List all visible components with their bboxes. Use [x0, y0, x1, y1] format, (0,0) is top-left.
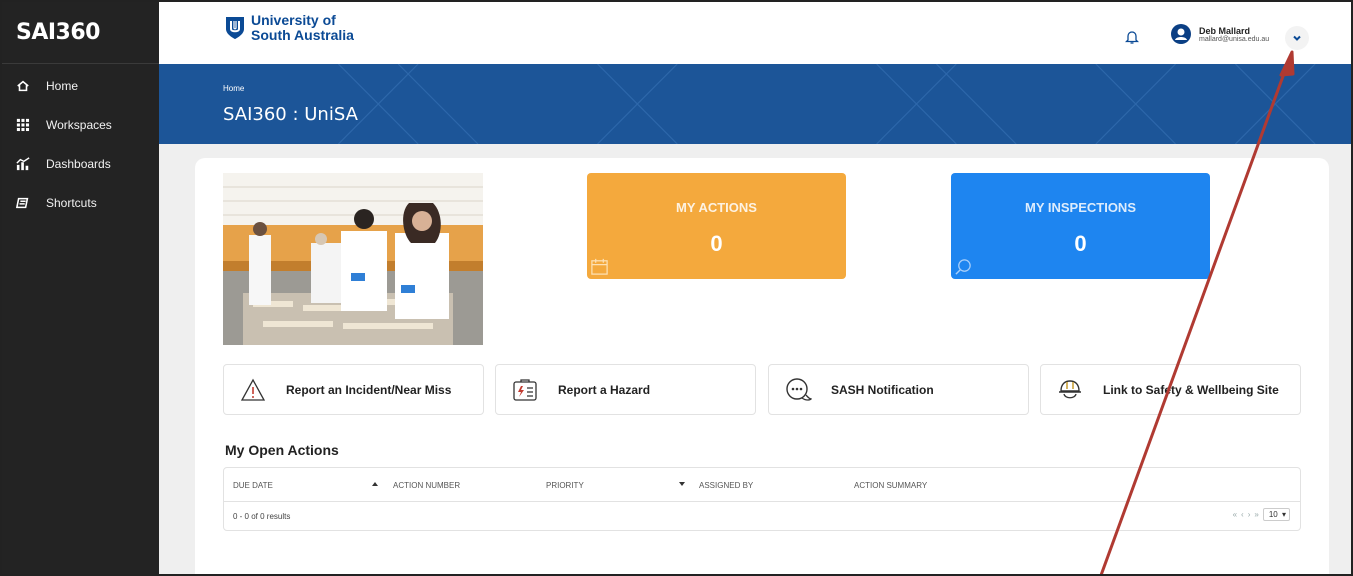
quick-link-label: Link to Safety & Wellbeing Site [1103, 382, 1279, 397]
university-logo[interactable]: University of South Australia [225, 13, 354, 43]
user-avatar-icon [1171, 24, 1191, 44]
bell-icon[interactable] [1125, 29, 1139, 45]
user-email: mallard@unisa.edu.au [1199, 35, 1270, 43]
chevron-down-icon [1293, 35, 1301, 41]
my-inspections-tile[interactable]: MY INSPECTIONS 0 [951, 173, 1210, 279]
calendar-icon [591, 258, 608, 275]
sidebar-item-workspaces[interactable]: Workspaces [2, 105, 159, 144]
column-assigned-by[interactable]: ASSIGNED BY [699, 481, 753, 490]
sidebar: SAI360 Home Workspaces Dashboards Shortc… [2, 2, 159, 574]
safety-wellbeing-link[interactable]: Link to Safety & Wellbeing Site [1040, 364, 1301, 415]
open-actions-table: DUE DATE ACTION NUMBER PRIORITY ASSIGNED… [223, 467, 1301, 531]
quick-link-label: Report a Hazard [558, 382, 651, 397]
report-incident-link[interactable]: Report an Incident/Near Miss [223, 364, 484, 415]
breadcrumb[interactable]: Home [223, 84, 244, 93]
sidebar-item-shortcuts[interactable]: Shortcuts [2, 183, 159, 222]
first-page-button[interactable]: « [1233, 510, 1237, 519]
table-header: DUE DATE ACTION NUMBER PRIORITY ASSIGNED… [224, 468, 1300, 502]
next-page-button[interactable]: › [1248, 510, 1251, 519]
page-banner: Home SAI360 : UniSA [159, 64, 1351, 144]
tile-count: 0 [1074, 231, 1087, 256]
last-page-button[interactable]: » [1254, 510, 1258, 519]
sidebar-item-home[interactable]: Home [2, 66, 159, 105]
hard-hat-icon [1055, 377, 1085, 403]
sidebar-item-label: Shortcuts [46, 195, 97, 210]
quick-link-label: Report an Incident/Near Miss [286, 382, 452, 397]
prev-page-button[interactable]: ‹ [1241, 510, 1244, 519]
tile-label: MY INSPECTIONS [1024, 200, 1136, 215]
shortcut-icon [16, 196, 38, 210]
sidebar-item-label: Home [46, 78, 79, 93]
magnifier-icon [955, 259, 971, 275]
report-hazard-link[interactable]: Report a Hazard [495, 364, 756, 415]
sidebar-item-dashboards[interactable]: Dashboards [2, 144, 159, 183]
main-area: University of South Australia Deb Mallar… [159, 2, 1351, 574]
app-logo[interactable]: SAI360 [2, 2, 159, 64]
user-menu[interactable]: Deb Mallard mallard@unisa.edu.au [1171, 24, 1269, 44]
pagination: « ‹ › » 10 ▾ [1231, 508, 1292, 521]
column-priority[interactable]: PRIORITY [546, 481, 584, 490]
home-icon [16, 79, 38, 93]
sash-notification-link[interactable]: SASH Notification [768, 364, 1029, 415]
app-frame: SAI360 Home Workspaces Dashboards Shortc… [0, 0, 1353, 576]
hazard-form-icon [510, 377, 540, 403]
page-size-value: 10 [1268, 510, 1278, 519]
my-actions-tile[interactable]: MY ACTIONS 0 [587, 173, 846, 279]
org-name-line1: University of [251, 12, 336, 28]
home-panel: MY ACTIONS 0 MY INSPECTIONS 0 Report an … [195, 158, 1329, 574]
top-bar: University of South Australia Deb Mallar… [159, 2, 1351, 64]
chart-icon [16, 156, 38, 171]
quick-link-label: SASH Notification [831, 382, 934, 397]
tile-label: MY ACTIONS [676, 200, 757, 215]
warning-icon [238, 377, 268, 403]
grid-icon [16, 118, 38, 132]
lab-photo [223, 173, 483, 345]
table-footer: 0 - 0 of 0 results « ‹ › » 10 ▾ [224, 502, 1300, 531]
column-action-summary[interactable]: ACTION SUMMARY [854, 481, 927, 490]
org-name-line2: South Australia [251, 27, 354, 43]
column-action-number[interactable]: ACTION NUMBER [393, 481, 460, 490]
results-count: 0 - 0 of 0 results [233, 512, 291, 521]
chat-bubble-icon [783, 377, 813, 403]
page-title: SAI360 : UniSA [223, 104, 358, 125]
shield-icon [226, 17, 244, 39]
sidebar-item-label: Workspaces [46, 117, 112, 132]
page-size-select[interactable]: 10 ▾ [1262, 508, 1290, 521]
sort-descending-icon[interactable] [679, 482, 685, 486]
section-title: My Open Actions [225, 442, 339, 458]
user-name: Deb Mallard [1199, 25, 1251, 36]
user-menu-dropdown-button[interactable] [1285, 26, 1309, 50]
sort-ascending-icon[interactable] [372, 482, 378, 486]
tile-count: 0 [710, 231, 723, 256]
column-due-date[interactable]: DUE DATE [233, 481, 273, 490]
sidebar-item-label: Dashboards [46, 156, 111, 171]
